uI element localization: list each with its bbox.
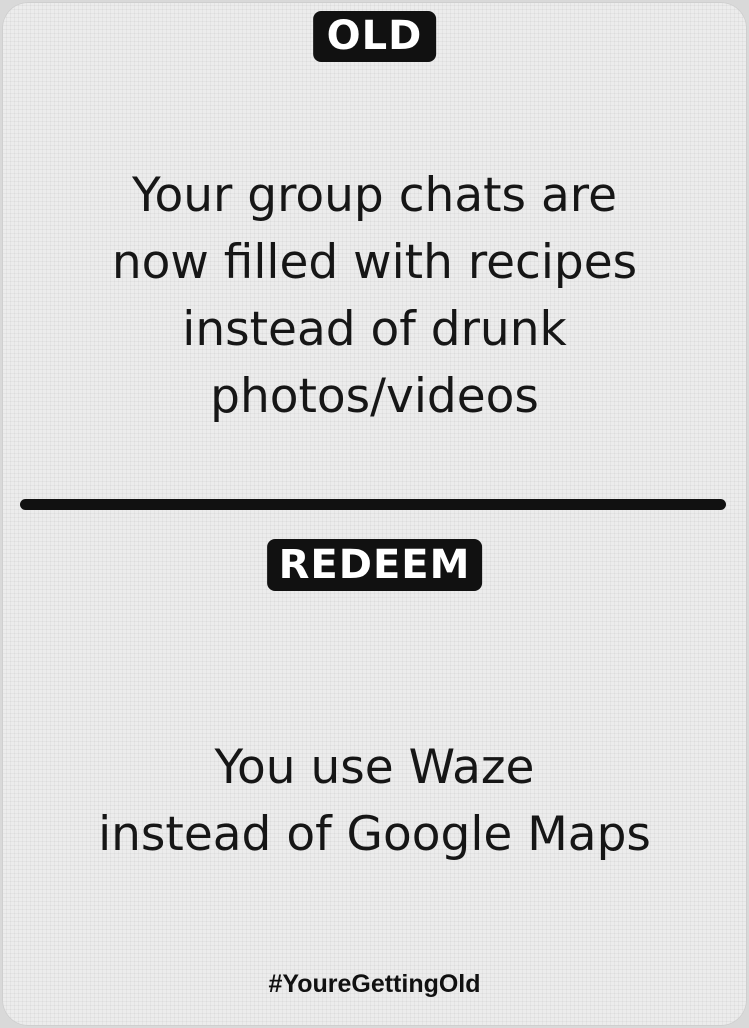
redeem-label-badge: REDEEM — [266, 539, 483, 591]
old-label-badge: OLD — [312, 11, 437, 62]
game-card: OLD Your group chats are now filled with… — [2, 2, 747, 1026]
hashtag-footer: #YoureGettingOld — [268, 970, 481, 998]
old-card-text: Your group chats are now filled with rec… — [111, 168, 638, 424]
section-divider — [20, 499, 726, 510]
redeem-card-text: You use Waze instead of Google Maps — [98, 740, 651, 862]
